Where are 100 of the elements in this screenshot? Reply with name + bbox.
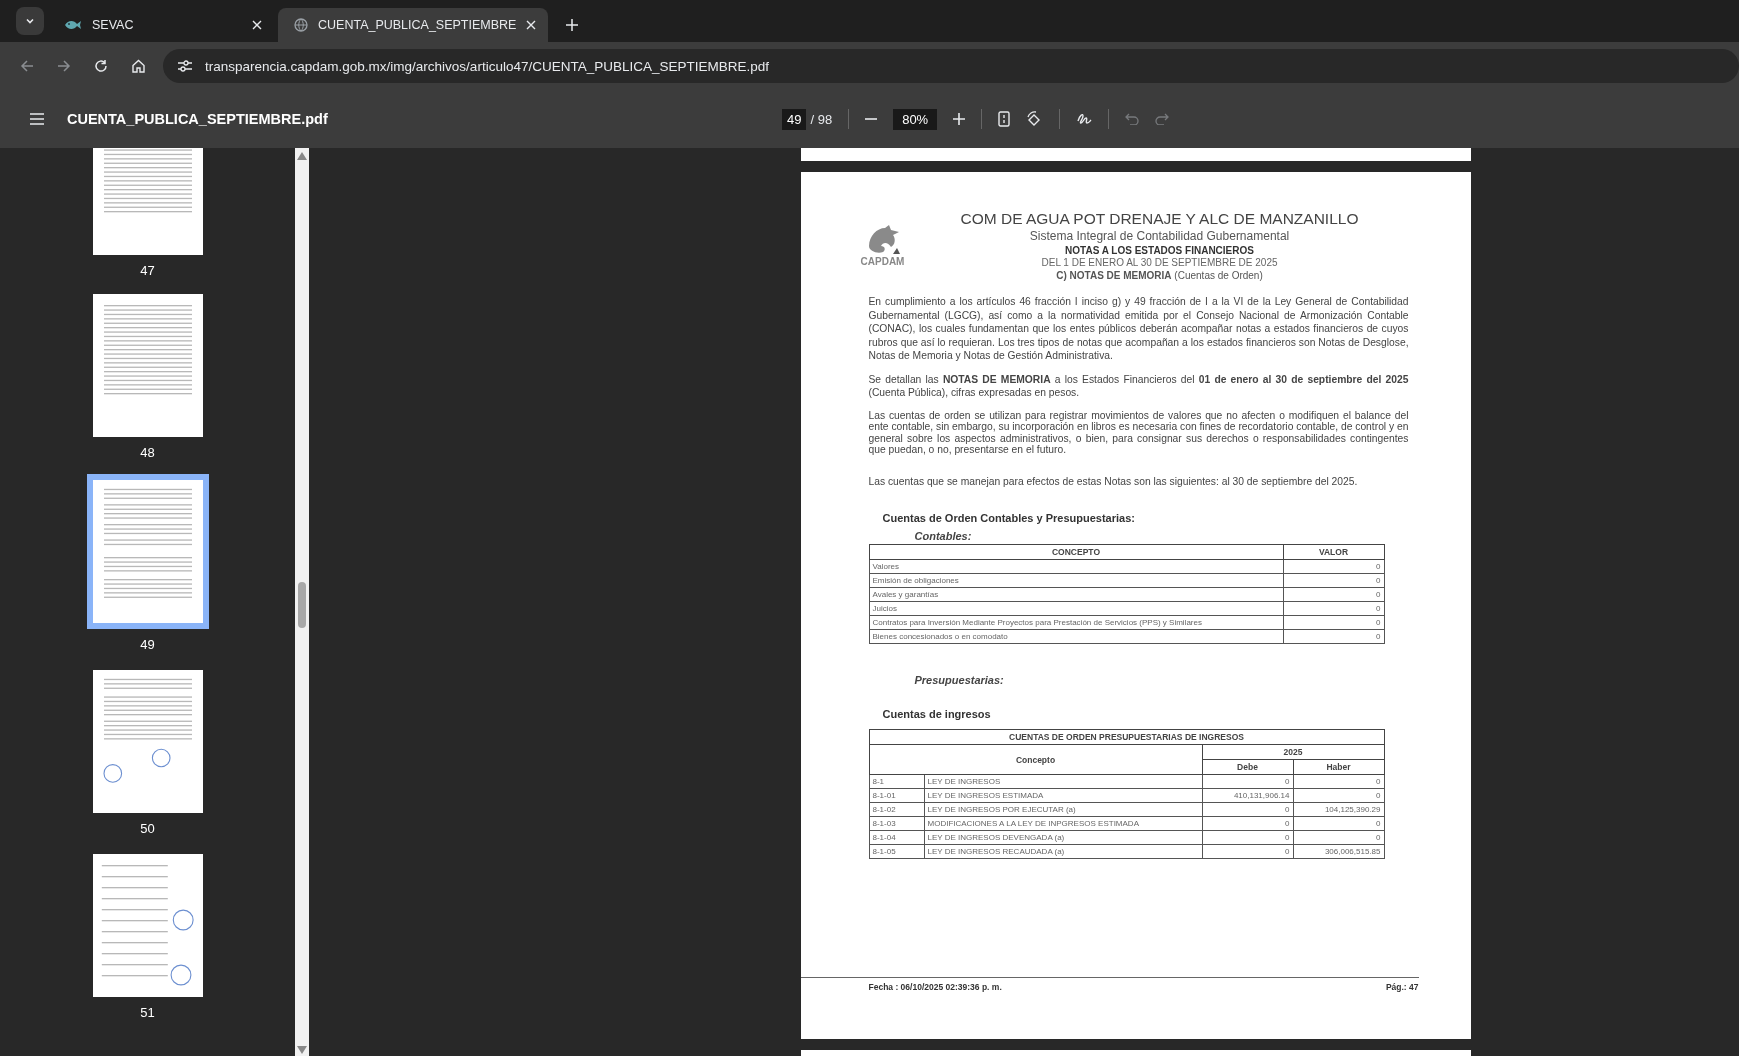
table-title: CUENTAS DE ORDEN PRESUPUESTARIAS DE INGRESOS [869, 729, 1384, 745]
document-title: CUENTA_PUBLICA_SEPTIEMBRE.pdf [67, 111, 328, 127]
column-header: Debe [1202, 759, 1293, 775]
table-cell: 0 [1283, 587, 1384, 602]
column-header: 2025 [1202, 744, 1384, 760]
page-footer-number: Pág.: 47 [1385, 982, 1419, 992]
table-cell: 8-1-01 [869, 788, 924, 803]
report-period: DEL 1 DE ENERO AL 30 DE SEPTIEMBRE DE 2025 [1041, 257, 1278, 268]
table-cell: LEY DE INGRESOS RECAUDADA (a) [924, 844, 1202, 859]
paragraph: En cumplimiento a los artículos 46 fracción I inciso g) y 49 fracción de I a la VI de la Ley General de Contabilidad Gubernamental (LGCG), así como a la normatividad emitida por el Consejo Nacional de Armonización Contable (CONAC), los cuales fundamentan que los entes públicos deberán acompañar notas a estados financieros de cuyos rubros que así lo requieran. Los tres tipos de notas que acompañan a los estados financieros son Notas de Desglose, Notas de Memoria y Notas de Gestión Administrativa. [868, 295, 1409, 363]
browser-tab[interactable]: CUENTA_PUBLICA_SEPTIEMBRE [278, 8, 549, 42]
new-tab-icon[interactable] [566, 19, 579, 31]
fit-page-icon[interactable] [998, 111, 1011, 127]
table-cell: 8-1-02 [869, 802, 924, 817]
globe-icon [294, 18, 308, 32]
zoom-in-icon[interactable] [953, 113, 966, 125]
table-cell: Bienes concesionados o en comodato [869, 629, 1283, 644]
subsection-heading: Contables: [914, 530, 973, 543]
table-cell: 0 [1293, 830, 1384, 845]
url-text: transparencia.capdam.gob.mx/img/archivos/articulo47/CUENTA_PUBLICA_SEPTIEMBRE.pdf [205, 58, 769, 74]
print-date: Fecha : 06/10/2025 02:39:36 p. m. [868, 982, 1002, 992]
draw-icon[interactable] [1076, 111, 1093, 127]
scroll-up-icon[interactable] [297, 152, 307, 160]
paragraph: Las cuentas de orden se utilizan para registrar movimientos de valores que no afecten o modifiquen el balance del ente contable, sin embargo, su incorporación en libros es necesaria con fines de recordatorio contable, de control y en general sobre los aspectos administrativos, o bien, para consignar sus derechos o responsabilidades contingentes que puedan, o no, presentarse en el futuro. [868, 409, 1409, 456]
table-cell: 306,006,515.85 [1293, 844, 1384, 859]
section-heading: Cuentas de ingresos [882, 708, 992, 721]
page-thumbnail[interactable] [92, 294, 203, 437]
paragraph: Las cuentas que se manejan para efectos de estas Notas son las siguientes: al 30 de septiembre del 2025. [868, 474, 1359, 489]
table-cell: 0 [1283, 559, 1384, 574]
table-cell: 0 [1283, 615, 1384, 630]
table-cell: LEY DE INGRESOS POR EJECUTAR (a) [924, 802, 1202, 817]
table-cell: 0 [1293, 788, 1384, 803]
scrollbar-thumb[interactable] [298, 582, 306, 628]
section-heading: Cuentas de Orden Contables y Presupuestarias: [882, 512, 1136, 525]
report-title: NOTAS A LOS ESTADOS FINANCIEROS [1065, 245, 1254, 256]
back-icon[interactable] [20, 59, 34, 73]
table-cell: 8-1-05 [869, 844, 924, 859]
table-cell: 0 [1283, 629, 1384, 644]
system-name: Sistema Integral de Contabilidad Gubernamental [1029, 229, 1290, 243]
section-title: C) NOTAS DE MEMORIA (Cuentas de Orden) [1056, 270, 1263, 281]
logo-text: CAPDAM [860, 256, 905, 267]
column-header: CONCEPTO [869, 544, 1283, 560]
table-cell: 0 [1283, 601, 1384, 616]
table-cell: 0 [1202, 774, 1293, 789]
subsection-heading: Presupuestarias: [914, 674, 1005, 687]
page-thumbnail[interactable] [92, 670, 203, 813]
table-cell: 0 [1202, 816, 1293, 831]
site-settings-icon[interactable] [177, 60, 193, 72]
tab-title: SEVAC [92, 18, 135, 32]
page-number-label: 51 [140, 1005, 155, 1020]
column-header: Haber [1293, 759, 1384, 775]
table-cell: 0 [1202, 802, 1293, 817]
table-cell: 410,131,906.14 [1202, 788, 1293, 803]
table-cell: Contratos para Inversión Mediante Proyectos para Prestación de Servicios (PPS) y Similares [869, 615, 1283, 630]
table-cell: 104,125,390.29 [1293, 802, 1384, 817]
undo-icon[interactable] [1125, 113, 1140, 125]
page-total: / 98 [810, 111, 833, 127]
table-cell: Emisión de obligaciones [869, 573, 1283, 588]
scroll-down-icon[interactable] [297, 1046, 307, 1054]
column-header: VALOR [1283, 544, 1384, 560]
table-cell: LEY DE INGRESOS ESTIMADA [924, 788, 1202, 803]
table-cell: 0 [1202, 844, 1293, 859]
fish-logo-icon [64, 19, 82, 31]
table-cell: 8-1-03 [869, 816, 924, 831]
table-cell: Juicios [869, 601, 1283, 616]
table-cell: Avales y garantías [869, 587, 1283, 602]
page-thumbnail[interactable] [86, 474, 209, 629]
browser-tab[interactable]: SEVAC [48, 8, 274, 42]
reload-icon[interactable] [94, 59, 108, 73]
table-cell: LEY DE INGRESOS DEVENGADA (a) [924, 830, 1202, 845]
table-cell: LEY DE INGRESOS [924, 774, 1202, 789]
home-icon[interactable] [131, 59, 146, 73]
page-number-label: 50 [140, 821, 155, 836]
table-cell: 0 [1283, 573, 1384, 588]
table-cell: Valores [869, 559, 1283, 574]
column-header: Concepto [869, 744, 1202, 775]
forward-icon[interactable] [57, 59, 71, 73]
paragraph: Se detallan las NOTAS DE MEMORIA a los Estados Financieros del 01 de enero al 30 de septiembre del 2025 (Cuenta Pública), cifras expresadas en pesos. [868, 372, 1409, 400]
close-icon[interactable] [252, 20, 262, 30]
close-icon[interactable] [526, 20, 537, 30]
table-cell: MODIFICACIONES A LA LEY DE INPGRESOS ESTIMADA [924, 816, 1202, 831]
scrollbar[interactable] [295, 148, 309, 1056]
page-number-label: 47 [140, 263, 155, 278]
address-bar[interactable]: transparencia.capdam.gob.mx/img/archivos/articulo47/CUENTA_PUBLICA_SEPTIEMBRE.pdf [163, 49, 1739, 83]
table-cell: 8-1 [869, 774, 924, 789]
tab-search-button[interactable] [16, 7, 44, 35]
page-number-label: 49 [140, 637, 155, 652]
page-number-label: 48 [140, 445, 155, 460]
page-thumbnail[interactable] [92, 854, 203, 997]
menu-icon[interactable] [29, 113, 45, 125]
table-cell: 0 [1202, 830, 1293, 845]
page-thumbnail[interactable] [92, 148, 203, 255]
organization-name: COM DE AGUA POT DRENAJE Y ALC DE MANZANILLO [960, 210, 1359, 228]
zoom-field[interactable]: 80% [893, 108, 938, 130]
page-number-field[interactable]: 49 [782, 108, 807, 130]
table-cell: 8-1-04 [869, 830, 924, 845]
table-cell: 0 [1293, 774, 1384, 789]
tab-title: CUENTA_PUBLICA_SEPTIEMBRE [318, 18, 517, 32]
redo-icon[interactable] [1155, 113, 1170, 125]
table-cell: 0 [1293, 816, 1384, 831]
